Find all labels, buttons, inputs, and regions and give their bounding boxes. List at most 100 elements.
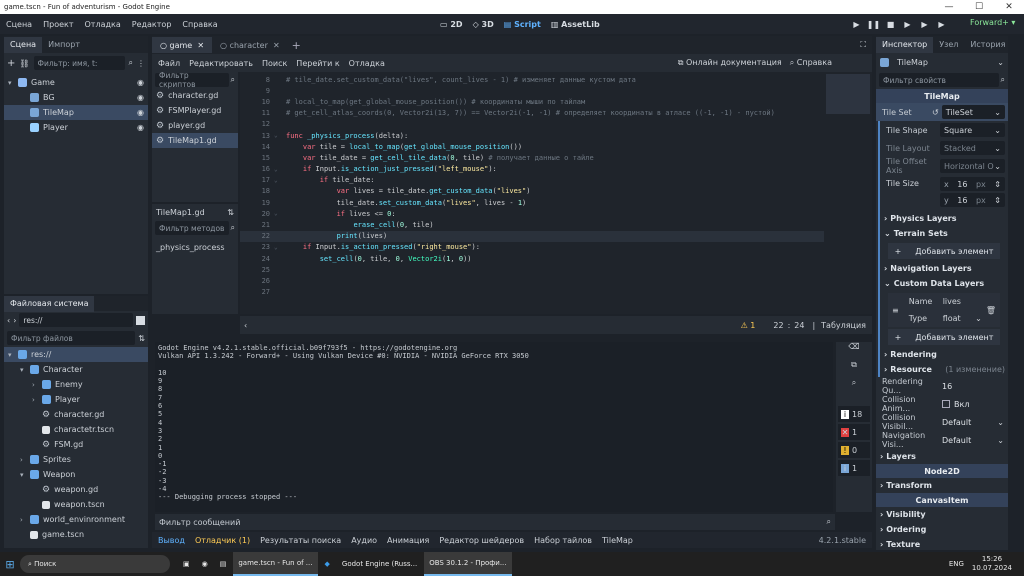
tile-size-x-field[interactable]: x 16 px ⇕ [940, 177, 1005, 191]
code-line[interactable]: 27 [240, 287, 824, 298]
script-menu-edit[interactable]: Редактировать [189, 59, 253, 68]
link-icon[interactable]: ⛓ [19, 59, 29, 68]
search-icon[interactable]: ⌕ [836, 378, 872, 396]
section-visibility[interactable]: › Visibility [876, 507, 1008, 522]
menu-dots-icon[interactable]: ⋮ [137, 59, 145, 68]
code-line[interactable]: 26 [240, 275, 824, 286]
workspace-script[interactable]: ▤ Script [504, 20, 541, 29]
add-element-button[interactable]: + Добавить элемент [888, 329, 1000, 345]
checkbox-icon[interactable] [942, 400, 950, 408]
code-line[interactable]: 9 [240, 85, 824, 96]
fs-item[interactable]: ⚙ FSM.gd [4, 437, 148, 452]
stepper-icon[interactable]: ⇕ [994, 180, 1001, 189]
clear-output-icon[interactable]: ⌫ [836, 342, 872, 360]
tab-output[interactable]: Вывод [158, 536, 185, 545]
filter-message-toggle[interactable]: i1 [838, 460, 870, 476]
distraction-free-icon[interactable]: ⛶ [860, 40, 866, 50]
script-menu-search[interactable]: Поиск [262, 59, 287, 68]
prop-value[interactable]: 16 [942, 382, 1008, 391]
prop-row[interactable]: Collision Visibil... Default ⌄ [876, 413, 1008, 431]
chevron-down-icon[interactable]: ▾ [8, 79, 18, 87]
maximize-button[interactable]: ☐ [964, 2, 994, 12]
play-scene-icon[interactable]: ▶ [899, 20, 916, 29]
scene-node[interactable]: BG ◉ [4, 90, 148, 105]
chevron-down-icon[interactable]: ⌄ [997, 418, 1004, 427]
code-line[interactable]: 11 # get_cell_atlas_coords(0, Vector2i(13… [240, 108, 824, 119]
taskbar-app-obs[interactable]: OBS 30.1.2 - Профи... [424, 552, 512, 576]
chevron-icon[interactable]: ▾ [20, 471, 30, 479]
workspace-2d[interactable]: ▭ 2D [440, 20, 463, 29]
tab-tilemap[interactable]: TileMap [602, 536, 633, 545]
fs-item[interactable]: charactetr.tscn [4, 422, 148, 437]
code-line[interactable]: 17 ⌄ if tile_date: [240, 175, 824, 186]
fs-path-field[interactable]: res:// [19, 313, 133, 327]
method-item[interactable]: _physics_process [156, 240, 234, 255]
chevron-icon[interactable]: › [32, 381, 42, 389]
script-list-item[interactable]: ⚙ player.gd [152, 118, 238, 133]
close-button[interactable]: ✕ [994, 2, 1024, 12]
script-menu-file[interactable]: Файл [158, 59, 180, 68]
fs-item[interactable]: › Sprites [4, 452, 148, 467]
code-line[interactable]: 20 ⌄ if lives <= 0: [240, 208, 824, 219]
chevron-down-icon[interactable]: ⌄ [997, 58, 1004, 67]
tab-search-results[interactable]: Результаты поиска [260, 536, 341, 545]
prop-row[interactable]: Tile Layout Stacked ⌄ [880, 139, 1008, 157]
filter-log-toggle[interactable]: i 18 [838, 406, 870, 422]
scroll-left-icon[interactable]: ‹ [244, 321, 247, 330]
fs-item[interactable]: ▾ res:// [4, 347, 148, 362]
menu-help[interactable]: Справка [182, 20, 217, 29]
add-element-button[interactable]: + Добавить элемент [888, 243, 1000, 259]
code-line[interactable]: 19 tile_date. set_custom_data("lives", li… [240, 197, 824, 208]
custom-data-value[interactable]: float [943, 314, 975, 323]
add-tab-icon[interactable]: + [292, 39, 301, 52]
revert-icon[interactable]: ↺ [932, 108, 939, 117]
filter-error-toggle[interactable]: ✕ 1 [838, 424, 870, 440]
add-node-icon[interactable]: + [7, 58, 15, 69]
prop-dropdown[interactable]: Horizontal O ⌄ [940, 159, 1005, 173]
filesystem-title[interactable]: Файловая система [4, 295, 95, 312]
code-line[interactable]: 18 var lives = tile_date. get_custom_data… [240, 186, 824, 197]
fs-item[interactable]: › Enemy [4, 377, 148, 392]
section-navigation-layers[interactable]: › Navigation Layers [880, 261, 1008, 276]
code-minimap[interactable] [824, 72, 872, 314]
section-custom-data-layers[interactable]: ⌄ Custom Data Layers [880, 276, 1008, 291]
code-line[interactable]: 14 var tile = local_to_map(get_global_mo… [240, 141, 824, 152]
code-line[interactable]: 21 erase_cell(0, tile) [240, 219, 824, 230]
menu-debug[interactable]: Отладка [85, 20, 121, 29]
warning-icon[interactable]: ⚠ 1 [741, 321, 756, 330]
code-editor[interactable]: 8 # tile_date.set_custom_data("lives", co… [240, 72, 824, 314]
play-custom-icon[interactable]: ▶ [916, 20, 933, 29]
taskview-icon[interactable]: ▣ [178, 552, 195, 576]
visibility-icon[interactable]: ◉ [137, 108, 144, 117]
pause-icon[interactable]: ❚❚ [865, 20, 882, 29]
sort-icon[interactable]: ⇅ [227, 208, 234, 217]
fs-item[interactable]: game.tscn [4, 527, 148, 542]
scene-filter-input[interactable]: Фильтр: имя, t: [33, 56, 125, 70]
inspected-node[interactable]: TileMap [897, 58, 993, 67]
tab-scene[interactable]: Сцена [4, 36, 43, 53]
script-list-item[interactable]: ⚙ FSMPlayer.gd [152, 103, 238, 118]
fold-icon[interactable]: ⌄ [274, 210, 286, 217]
tile-size-y-field[interactable]: y 16 px ⇕ [940, 193, 1005, 207]
prop-value[interactable]: Вкл [954, 400, 1008, 409]
fs-item[interactable]: ⚙ character.gd [4, 407, 148, 422]
script-list-item[interactable]: ⚙ character.gd [152, 88, 238, 103]
script-menu-debug[interactable]: Отладка [349, 59, 385, 68]
scene-node[interactable]: TileMap ◉ [4, 105, 148, 120]
code-line[interactable]: 15 var tile_date = get_cell_tile_data(0,… [240, 152, 824, 163]
property-filter-input[interactable]: Фильтр свойств [879, 73, 999, 87]
drag-handle-icon[interactable]: ≡ [892, 306, 899, 315]
script-filter-input[interactable]: Фильтр скриптов [155, 71, 229, 89]
prop-value[interactable]: Default [942, 436, 997, 445]
fs-item[interactable]: ⚙ weapon.gd [4, 482, 148, 497]
section-ordering[interactable]: › Ordering [876, 522, 1008, 537]
section-resource[interactable]: › Resource (1 изменение) [880, 362, 1008, 377]
code-line[interactable]: 22 print (lives) [240, 230, 824, 242]
tab-import[interactable]: Импорт [42, 37, 86, 53]
online-docs-link[interactable]: ⧉ Онлайн документация [678, 58, 782, 68]
section-rendering[interactable]: › Rendering [880, 347, 1008, 362]
chevron-icon[interactable]: ▾ [8, 351, 18, 359]
custom-data-row[interactable]: Type float ⌄ [903, 310, 982, 327]
workspace-assetlib[interactable]: ▥ AssetLib [551, 20, 600, 29]
indent-mode[interactable]: Табуляция [821, 321, 866, 330]
